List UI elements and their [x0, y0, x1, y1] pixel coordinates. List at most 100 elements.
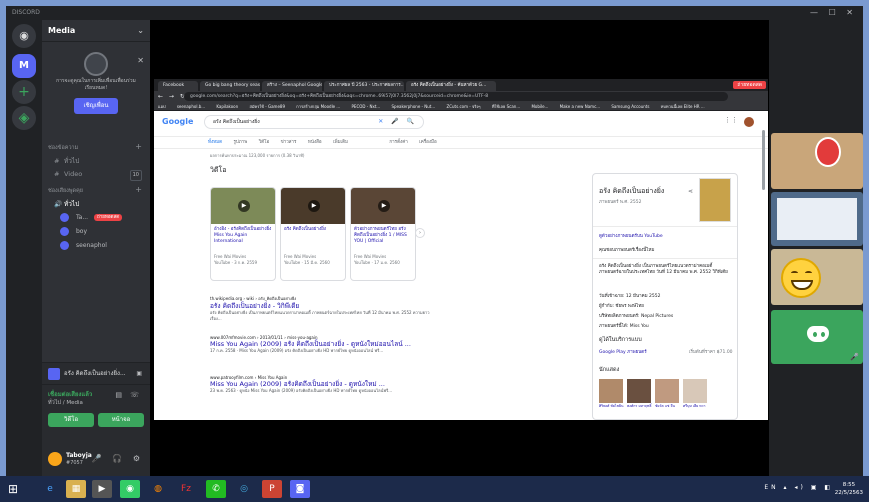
- tab-more[interactable]: เพิ่มเติม: [333, 140, 348, 145]
- share-icon[interactable]: ⋖: [688, 188, 693, 195]
- close-icon[interactable]: ✕: [137, 56, 144, 65]
- bookmark[interactable]: สมัครใช้ - Game89: [249, 104, 285, 109]
- bookmark[interactable]: ที่ใช้เลย Scan...: [492, 104, 520, 109]
- nav-buttons-icon[interactable]: ← → ↻: [158, 91, 187, 102]
- cast-name[interactable]: ศรีบุษ เฮีย หวา: [683, 404, 711, 409]
- taskbar-app-icon[interactable]: ◍: [148, 480, 168, 498]
- cast-name[interactable]: ศิริพงศ์ ชัยไชยิน: [599, 404, 627, 409]
- start-button-icon[interactable]: ⊞: [8, 481, 24, 497]
- taskbar-app-icon[interactable]: ◉: [120, 480, 140, 498]
- avatar[interactable]: [48, 452, 62, 466]
- video-card[interactable]: ▶ ตัวอย่างภาพยนตร์ไทย อรัง คิดถึงเป็นอย่…: [350, 187, 416, 281]
- screen-icon[interactable]: ▣: [136, 363, 142, 385]
- bookmark[interactable]: Kapilakoon: [216, 104, 238, 109]
- search-icon[interactable]: ✕ 🎤 🔍: [378, 116, 417, 128]
- bookmark[interactable]: แอป: [158, 104, 166, 109]
- explore-servers-icon[interactable]: ◈: [12, 106, 36, 130]
- taskbar-app-icon[interactable]: ▶: [92, 480, 112, 498]
- apps-grid-icon[interactable]: ⋮⋮: [724, 116, 738, 124]
- settings-icon[interactable]: 🎤 🎧 ⚙: [92, 454, 144, 463]
- tab-news[interactable]: ข่าวสาร: [281, 140, 297, 145]
- bookmark[interactable]: Mobile...: [531, 104, 548, 109]
- cast-photo[interactable]: [627, 379, 651, 403]
- activity-row[interactable]: อรัง คิดถึงเป็นอย่างยิ่ง... ▣: [42, 363, 150, 385]
- server-header[interactable]: Media ⌄: [42, 20, 150, 42]
- tab-videos[interactable]: วิดีโอ: [259, 140, 270, 145]
- kp-provider[interactable]: Google Play ภาพยนตร์: [599, 348, 647, 355]
- chevron-right-icon[interactable]: ›: [415, 228, 425, 238]
- tab-all[interactable]: ทั้งหมด: [208, 140, 222, 145]
- tab-tools[interactable]: เครื่องมือ: [419, 140, 437, 145]
- chevron-down-icon[interactable]: ⌄: [137, 20, 144, 42]
- video-title[interactable]: ตัวอย่างภาพยนตร์ไทย อรัง คิดถึงเป็นอย่าง…: [351, 224, 415, 254]
- invite-button[interactable]: เชิญเพื่อน: [74, 98, 118, 114]
- server-media-icon[interactable]: M: [12, 54, 36, 78]
- bookmark[interactable]: seenaphol.b...: [177, 104, 205, 109]
- address-bar[interactable]: google.com/search?q=อรัง+คิดถึงเป็นอย่าง…: [184, 92, 728, 101]
- voice-member[interactable]: boy: [42, 225, 150, 239]
- category-voice[interactable]: ช่องเสียงพูดคุย +: [42, 181, 150, 198]
- kp-trailer-link[interactable]: ดูตัวอย่างภาพยนตร์บน YouTube: [599, 232, 663, 239]
- browser-tab-active[interactable]: อรัง คิดถึงเป็นอย่างยิ่ง - ค้นหาด้วย G..…: [406, 81, 496, 91]
- cast-photo[interactable]: [655, 379, 679, 403]
- bookmark[interactable]: การสร้างกลุ่ม Moodle ...: [296, 104, 340, 109]
- search-result[interactable]: th.wikipedia.org › wiki › อรัง_คิดถึงเป็…: [210, 295, 430, 321]
- category-text[interactable]: ช่องข้อความ +: [42, 138, 150, 155]
- movie-poster[interactable]: [699, 178, 731, 222]
- taskbar-app-icon[interactable]: ▦: [66, 480, 86, 498]
- scrollbar[interactable]: [762, 130, 765, 190]
- participant-tile[interactable]: 🎤: [771, 310, 863, 364]
- bookmark[interactable]: ZCuts.com - จริงๆ: [446, 104, 480, 109]
- google-logo[interactable]: Google: [162, 117, 193, 126]
- browser-tab[interactable]: Go big bang theory season 1/...: [200, 81, 260, 91]
- channel-general-text[interactable]: # ทั่วไป: [42, 155, 150, 168]
- clock[interactable]: 8:55 22/5/2563: [835, 481, 863, 497]
- participant-tile[interactable]: [771, 192, 863, 246]
- bookmark[interactable]: Samsung Accounts: [611, 104, 649, 109]
- channel-general-voice[interactable]: 🔊 ทั่วไป: [42, 198, 150, 211]
- search-input[interactable]: อรัง คิดถึงเป็นอย่างยิ่ง ✕ 🎤 🔍: [204, 115, 424, 129]
- result-title[interactable]: อรัง คิดถึงเป็นอย่างยิ่ง - วิกิพีเดีย: [210, 302, 430, 310]
- voice-member[interactable]: Ta... ถ่ายทอดสด: [42, 211, 150, 225]
- participant-tile[interactable]: [771, 133, 863, 189]
- result-title[interactable]: Miss You Again (2009) อรังคิดถึงเป็นอย่า…: [210, 380, 430, 388]
- avatar[interactable]: [744, 117, 754, 127]
- video-card[interactable]: ▶ อรัง คิดถึงเป็นอย่างยิ่ง Free Wai Movi…: [280, 187, 346, 281]
- tab-settings[interactable]: การตั้งค่า: [389, 140, 407, 145]
- video-title[interactable]: อรัง คิดถึงเป็นอย่างยิ่ง: [281, 224, 345, 254]
- bookmark[interactable]: ทบทวนนี้เลย Elite HR ...: [661, 104, 705, 109]
- taskbar-app-icon[interactable]: e: [40, 480, 60, 498]
- cast-name[interactable]: ชัยวัต แซ่ จีน: [655, 404, 683, 409]
- window-controls[interactable]: — ☐ ✕: [810, 6, 857, 20]
- search-result[interactable]: www.patrooyfilm.com › Miss You Again Mis…: [210, 375, 430, 394]
- video-title[interactable]: อ้างอิง - อรังคิดถึงเป็นอย่างยิ่ง Miss Y…: [211, 224, 275, 254]
- result-title[interactable]: Miss You Again (2009) อรัง คิดถึงเป็นอย่…: [210, 340, 430, 348]
- cast-photo[interactable]: [599, 379, 623, 403]
- channel-video-text[interactable]: # Video 10: [42, 168, 150, 181]
- taskbar-app-icon[interactable]: ✆: [206, 480, 226, 498]
- search-result[interactable]: www.007mfmovie.com › 2013/01/11 › miss-y…: [210, 335, 430, 354]
- screen-share-button[interactable]: หน้าจอ: [98, 413, 144, 427]
- add-channel-icon[interactable]: +: [135, 142, 142, 151]
- add-server-icon[interactable]: +: [12, 80, 36, 104]
- browser-tab[interactable]: Facebook: [158, 81, 198, 91]
- play-icon[interactable]: ▶: [308, 200, 320, 212]
- tab-books[interactable]: หนังสือ: [308, 140, 322, 145]
- bookmark[interactable]: Speakerphone - Nut...: [392, 104, 436, 109]
- voice-member[interactable]: seenaphol: [42, 239, 150, 253]
- discord-home-icon[interactable]: ◉: [12, 24, 36, 48]
- taskbar-app-icon[interactable]: ◎: [234, 480, 254, 498]
- tab-images[interactable]: รูปภาพ: [233, 140, 247, 145]
- cast-name[interactable]: พงศ์กร มหาฤทธิ์: [627, 404, 655, 409]
- video-button[interactable]: วิดีโอ: [48, 413, 94, 427]
- browser-tab[interactable]: สร้าง – Seenaphol Google: [262, 81, 322, 91]
- play-icon[interactable]: ▶: [378, 200, 390, 212]
- play-icon[interactable]: ▶: [238, 200, 250, 212]
- video-card[interactable]: ▶ อ้างอิง - อรังคิดถึงเป็นอย่างยิ่ง Miss…: [210, 187, 276, 281]
- system-tray[interactable]: EN ▴ ◂) ▣ ◧: [764, 484, 833, 491]
- bookmark[interactable]: PECOD - Nxt...: [352, 104, 381, 109]
- bookmark[interactable]: Make a new Namc...: [560, 104, 600, 109]
- taskbar-app-icon[interactable]: ◙: [290, 480, 310, 498]
- browser-tab[interactable]: ประกาศผล ปี 2563 - ประกาศผลการ...: [324, 81, 404, 91]
- taskbar-app-icon[interactable]: P: [262, 480, 282, 498]
